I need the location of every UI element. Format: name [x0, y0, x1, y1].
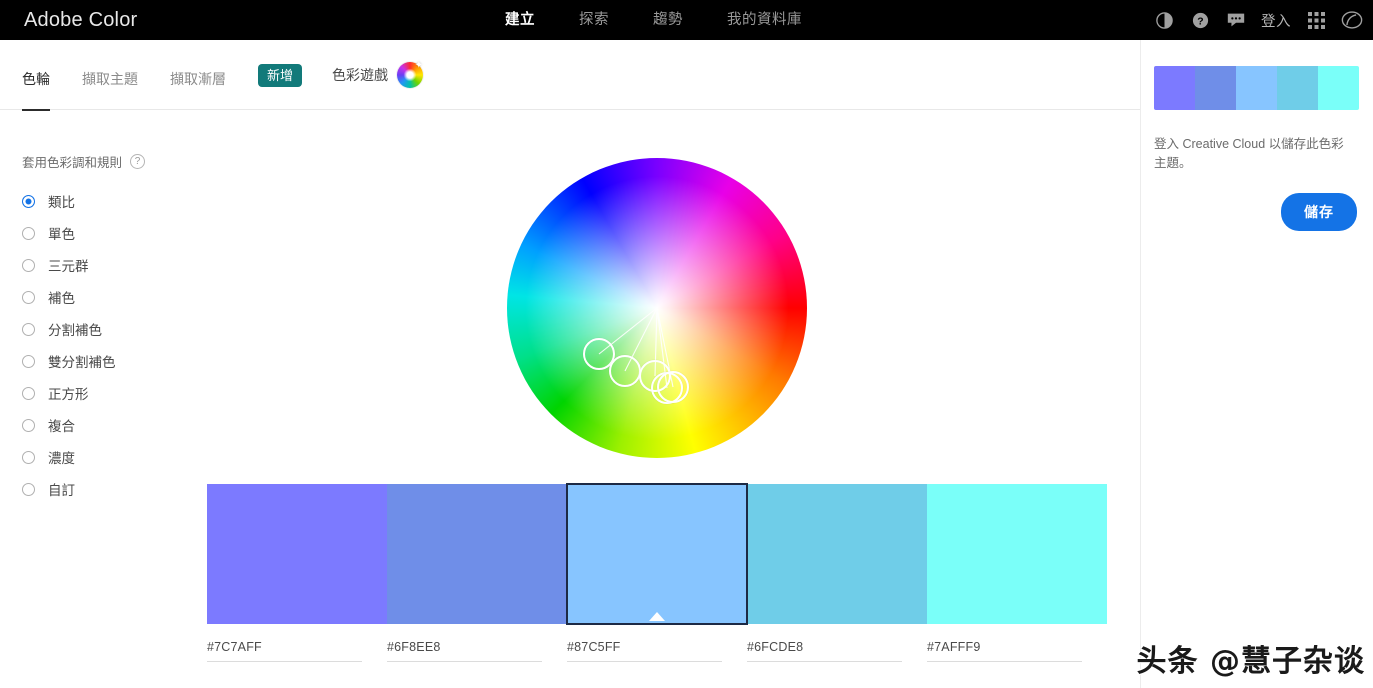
swatch-3-selected[interactable] — [566, 483, 748, 625]
wheel-marker-2[interactable] — [609, 355, 641, 387]
hex-input-5[interactable]: #7AFFF9 — [927, 640, 1082, 662]
rule-option-custom[interactable]: 自訂 — [22, 473, 202, 505]
preview-swatch-4 — [1277, 66, 1318, 110]
radio-icon[interactable] — [22, 322, 35, 336]
top-navigation-bar: Adobe Color 建立 探索 趨勢 我的資料庫 ? 登入 — [0, 0, 1373, 40]
nav-item-my-library[interactable]: 我的資料庫 — [727, 0, 802, 40]
swatch-1[interactable] — [207, 484, 387, 624]
harmony-rules-panel: 套用色彩調和規則 ? 類比 單色 三元群 補色 分割補色 雙分割補色 正方形 複… — [22, 152, 202, 505]
rule-label: 雙分割補色 — [48, 355, 116, 370]
tab-color-game-label: 色彩遊戲 — [332, 67, 389, 83]
rule-label: 類比 — [48, 195, 75, 210]
top-right-actions: ? 登入 — [1153, 0, 1363, 40]
hex-input-1[interactable]: #7C7AFF — [207, 640, 362, 662]
sign-in-button[interactable]: 登入 — [1261, 10, 1291, 31]
nav-item-explore[interactable]: 探索 — [579, 0, 609, 40]
harmony-rules-header: 套用色彩調和規則 ? — [22, 152, 202, 171]
swatch-2[interactable] — [387, 484, 567, 624]
tab-color-wheel[interactable]: 色輪 — [22, 64, 50, 111]
rule-option-triad[interactable]: 三元群 — [22, 249, 202, 281]
color-wheel-canvas[interactable] — [507, 158, 807, 458]
hex-input-4[interactable]: #6FCDE8 — [747, 640, 902, 662]
rule-option-shades[interactable]: 濃度 — [22, 441, 202, 473]
tab-color-game[interactable]: 色彩遊戲 — [332, 60, 423, 88]
radio-icon[interactable] — [22, 354, 35, 368]
rule-option-split-complementary[interactable]: 分割補色 — [22, 313, 202, 345]
rule-label: 分割補色 — [48, 323, 102, 338]
swatch-4[interactable] — [747, 484, 927, 624]
hex-value-row: #7C7AFF #6F8EE8 #87C5FF #6FCDE8 #7AFFF9 — [207, 640, 1107, 680]
radio-icon[interactable] — [22, 386, 35, 400]
radio-icon[interactable] — [22, 450, 35, 464]
radio-icon[interactable] — [22, 418, 35, 432]
hex-cell-3: #87C5FF — [567, 640, 747, 680]
nav-item-create[interactable]: 建立 — [505, 0, 535, 40]
swatch-5[interactable] — [927, 484, 1107, 624]
rule-label: 複合 — [48, 419, 75, 434]
radio-icon[interactable] — [22, 258, 35, 272]
rule-option-double-split-complementary[interactable]: 雙分割補色 — [22, 345, 202, 377]
color-wheel-sparkle-icon — [397, 60, 423, 88]
adobe-color-page: Adobe Color 建立 探索 趨勢 我的資料庫 ? 登入 色輪 擷取主題 … — [0, 0, 1373, 688]
nav-item-trends[interactable]: 趨勢 — [653, 0, 683, 40]
new-badge[interactable]: 新增 — [258, 63, 303, 87]
chat-icon[interactable] — [1225, 9, 1247, 31]
radio-icon[interactable] — [22, 226, 35, 240]
hex-cell-2: #6F8EE8 — [387, 640, 567, 680]
hex-cell-1: #7C7AFF — [207, 640, 387, 680]
rule-label: 單色 — [48, 227, 75, 242]
preview-swatch-5 — [1318, 66, 1359, 110]
rule-option-complementary[interactable]: 補色 — [22, 281, 202, 313]
rule-label: 正方形 — [48, 387, 89, 402]
radio-icon[interactable] — [22, 194, 35, 208]
watermark-text: 头条 @慧子杂谈 — [1136, 644, 1365, 679]
selected-swatch-marker-icon — [649, 612, 665, 621]
wheel-marker-5[interactable] — [657, 371, 689, 403]
hex-input-2[interactable]: #6F8EE8 — [387, 640, 542, 662]
rule-option-square[interactable]: 正方形 — [22, 377, 202, 409]
marker-rays — [598, 307, 674, 389]
hex-cell-4: #6FCDE8 — [747, 640, 927, 680]
harmony-rules-heading: 套用色彩調和規則 — [22, 156, 123, 170]
rule-option-compound[interactable]: 複合 — [22, 409, 202, 441]
color-swatch-strip — [207, 483, 1107, 625]
help-icon[interactable]: ? — [1189, 9, 1211, 31]
primary-nav: 建立 探索 趨勢 我的資料庫 — [505, 0, 802, 40]
preview-swatch-3 — [1236, 66, 1277, 110]
preview-swatch-2 — [1195, 66, 1236, 110]
creative-cloud-note: 登入 Creative Cloud 以儲存此色彩主題。 — [1154, 137, 1344, 171]
secondary-tab-bar: 色輪 擷取主題 擷取漸層 新增 色彩遊戲 — [0, 40, 1140, 111]
radio-icon[interactable] — [22, 482, 35, 496]
tool-tabs: 色輪 擷取主題 擷取漸層 新增 色彩遊戲 — [22, 40, 423, 111]
theme-save-panel: 登入 Creative Cloud 以儲存此色彩主題。 儲存 — [1140, 40, 1373, 688]
rule-label: 濃度 — [48, 451, 75, 466]
app-grid-icon[interactable] — [1305, 9, 1327, 31]
creative-cloud-icon[interactable] — [1341, 9, 1363, 31]
theme-preview-strip — [1154, 66, 1359, 110]
preview-swatch-1 — [1154, 66, 1195, 110]
hex-input-3[interactable]: #87C5FF — [567, 640, 722, 662]
tab-extract-theme[interactable]: 擷取主題 — [82, 64, 138, 86]
help-circle-icon[interactable]: ? — [130, 154, 146, 169]
radio-icon[interactable] — [22, 290, 35, 304]
rule-option-monochromatic[interactable]: 單色 — [22, 217, 202, 249]
rule-label: 自訂 — [48, 483, 75, 498]
svg-text:?: ? — [1197, 16, 1203, 27]
rule-label: 補色 — [48, 291, 75, 306]
rule-label: 三元群 — [48, 259, 89, 274]
hex-cell-5: #7AFFF9 — [927, 640, 1107, 680]
app-brand-title: Adobe Color — [24, 9, 138, 31]
rule-option-analogous[interactable]: 類比 — [22, 185, 202, 217]
save-button[interactable]: 儲存 — [1281, 193, 1357, 231]
tab-extract-gradient[interactable]: 擷取漸層 — [170, 64, 226, 86]
theme-contrast-icon[interactable] — [1153, 9, 1175, 31]
